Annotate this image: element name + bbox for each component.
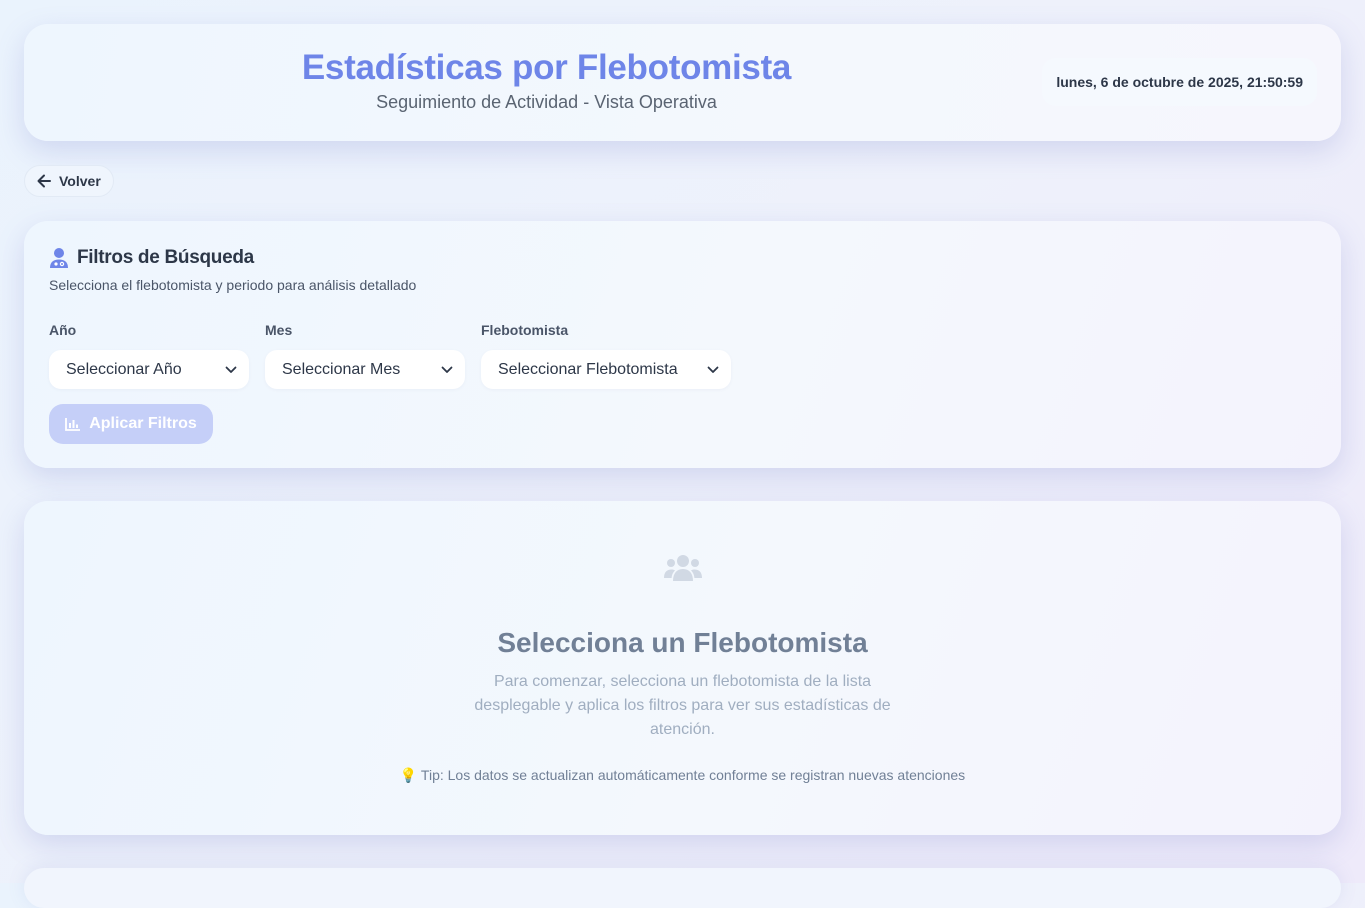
empty-state-text: Para comenzar, selecciona un flebotomist… [474,673,891,738]
header-titles: Estadísticas por Flebotomista Seguimient… [24,46,1069,113]
month-select[interactable]: Seleccionar Mes [265,350,465,389]
chevron-down-icon [225,366,237,374]
back-button[interactable]: Volver [24,165,114,197]
apply-filters-label: Aplicar Filtros [89,415,197,432]
users-icon [664,554,702,587]
chevron-down-icon [441,366,453,374]
month-label: Mes [265,322,293,338]
page-title: Estadísticas por Flebotomista [301,48,792,87]
year-field: Año Seleccionar Año [49,322,249,389]
phlebotomist-label: Flebotomista [481,322,569,338]
chart-bar-icon [65,417,81,431]
year-select-value: Seleccionar Año [66,360,182,378]
chevron-down-icon [707,366,719,374]
empty-state-tip: 💡 Tip: Los datos se actualizan automátic… [24,767,1341,784]
month-field: Mes Seleccionar Mes [265,322,465,389]
filters-title: Filtros de Búsqueda [77,247,254,268]
phlebotomist-select-value: Seleccionar Flebotomista [498,360,678,378]
back-button-label: Volver [59,173,101,189]
phlebotomist-field: Flebotomista Seleccionar Flebotomista [481,322,731,389]
year-select[interactable]: Seleccionar Año [49,350,249,389]
empty-state-title: Selecciona un Flebotomista [497,627,868,658]
filters-description: Selecciona el flebotomista y periodo par… [49,277,417,293]
month-select-value: Seleccionar Mes [282,360,401,378]
user-doctor-icon [49,247,69,269]
empty-state-card: Selecciona un Flebotomista Para comenzar… [24,501,1341,835]
page-subtitle: Seguimiento de Actividad - Vista Operati… [376,92,717,112]
tip-text: Tip: Los datos se actualizan automáticam… [420,767,966,783]
filters-card: Filtros de Búsqueda Selecciona el flebot… [24,221,1341,468]
year-label: Año [49,322,77,338]
phlebotomist-select[interactable]: Seleccionar Flebotomista [481,350,731,389]
page-header: Estadísticas por Flebotomista Seguimient… [24,24,1341,141]
lightbulb-icon: 💡 [399,767,418,783]
next-section-card [24,868,1341,908]
datetime-badge: lunes, 6 de octubre de 2025, 21:50:59 [1042,58,1317,106]
apply-filters-button[interactable]: Aplicar Filtros [49,404,213,444]
arrow-left-icon [37,174,51,188]
filters-header: Filtros de Búsqueda [49,247,254,269]
